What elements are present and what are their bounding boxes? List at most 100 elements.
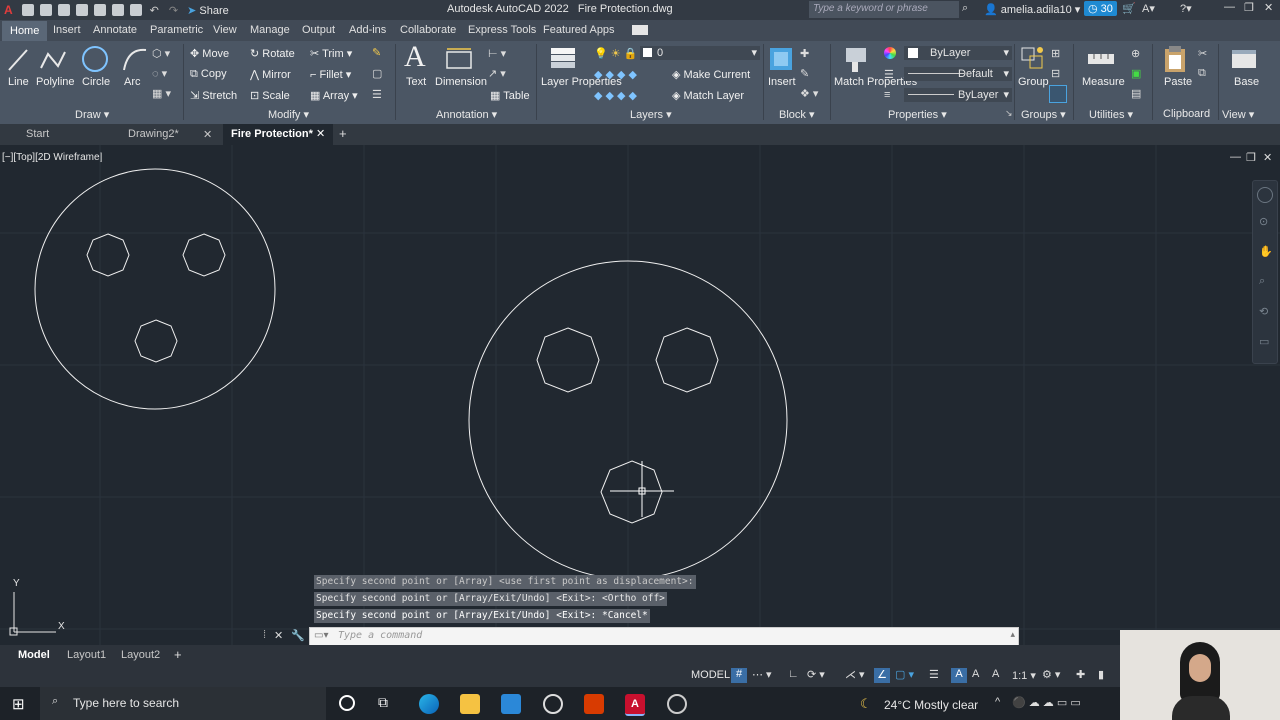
copy-clip-icon[interactable]: ⧉ (1198, 67, 1206, 80)
tab-view[interactable]: View (213, 24, 237, 36)
cut-icon[interactable]: ✂ (1198, 47, 1207, 60)
groups-panel-title[interactable]: Groups ▾ (1021, 108, 1066, 121)
autocad-logo[interactable]: A (4, 3, 13, 17)
save-web-icon[interactable] (111, 4, 124, 16)
utilities-panel-title[interactable]: Utilities ▾ (1089, 108, 1133, 121)
lineweight-dropdown[interactable]: ByLayer ▾ (904, 88, 1012, 102)
edge-icon[interactable] (419, 694, 439, 714)
undo-icon[interactable]: ↶ (150, 4, 159, 17)
left-face-eye-right[interactable] (182, 233, 226, 277)
tab-output[interactable]: Output (302, 24, 335, 36)
auto-scale-icon[interactable]: A (972, 668, 979, 680)
taskbar-search-box[interactable]: ⌕ Type here to search (40, 687, 326, 720)
help-icon[interactable]: ?▾ (1180, 2, 1192, 15)
orbit-icon[interactable]: ⟲ (1259, 305, 1268, 318)
dimension-button[interactable]: Dimension (435, 76, 487, 88)
properties-panel-title[interactable]: Properties ▾ (888, 108, 947, 121)
hatch-icon[interactable]: ◌ ▾ (152, 67, 167, 80)
close-command-line-icon[interactable]: ✕ (274, 629, 283, 642)
color-dropdown[interactable]: ByLayer ▾ (904, 46, 1012, 60)
close-tab-icon[interactable]: ✕ (316, 128, 325, 140)
table-button[interactable]: ▦ Table (490, 89, 530, 102)
circle-button[interactable]: Circle (82, 76, 110, 88)
object-snap-icon[interactable]: ▢ ▾ (895, 668, 914, 681)
left-face-mouth[interactable] (134, 319, 178, 363)
dell-icon[interactable] (543, 694, 563, 714)
tab-layout1[interactable]: Layout1 (67, 649, 106, 661)
tab-start[interactable]: Start (26, 128, 49, 140)
paste-button[interactable]: Paste (1164, 76, 1192, 88)
rectangle-icon[interactable]: ⬡ ▾ (152, 47, 170, 60)
scale-button[interactable]: ⊡ Scale (250, 89, 290, 102)
tab-layout2[interactable]: Layout2 (121, 649, 160, 661)
annotation-monitor-icon[interactable]: ✚ (1076, 668, 1085, 681)
right-face-mouth[interactable] (600, 460, 663, 524)
command-input[interactable]: ▭▾ Type a command ▴ (309, 627, 1019, 647)
navigation-bar[interactable]: ⊙ ✋ ⌕ ⟲ ▭ (1252, 180, 1278, 364)
mirror-button[interactable]: ⋀ Mirror (250, 68, 291, 81)
lineweight-icon[interactable]: ☰ (884, 68, 894, 81)
close-drawing2-icon[interactable]: ✕ (203, 128, 212, 141)
tab-parametric[interactable]: Parametric (150, 24, 203, 36)
edit-attributes-icon[interactable]: ❖ ▾ (800, 87, 818, 100)
tray-overflow-icon[interactable]: ^ (995, 696, 1000, 708)
viewcube-icon[interactable] (1257, 187, 1273, 203)
erase-icon[interactable]: ✎ (372, 46, 381, 59)
left-face-circle[interactable] (34, 168, 276, 410)
explode-icon[interactable]: ▢ (372, 67, 382, 80)
full-navigation-wheel-icon[interactable]: ⊙ (1259, 215, 1268, 228)
copy-button[interactable]: ⧉ Copy (190, 68, 227, 81)
line-button[interactable]: Line (8, 76, 29, 88)
tab-insert[interactable]: Insert (53, 24, 81, 36)
properties-launcher-icon[interactable]: ↘ (1005, 108, 1013, 119)
group-edit-icon[interactable]: ⊟ (1051, 67, 1060, 80)
tab-fire-protection[interactable]: Fire Protection* ✕ (223, 124, 334, 145)
layers-panel-title[interactable]: Layers ▾ (630, 108, 672, 121)
tab-annotate[interactable]: Annotate (93, 24, 137, 36)
create-block-icon[interactable]: ✚ (800, 47, 809, 60)
view-panel-title[interactable]: View ▾ (1222, 108, 1254, 121)
mail-icon[interactable] (501, 694, 521, 714)
layer-dropdown[interactable]: 0 ▾ (640, 46, 760, 60)
boundary-icon[interactable]: ▦ ▾ (152, 87, 171, 100)
tab-collaborate[interactable]: Collaborate (400, 24, 456, 36)
save-as-icon[interactable] (75, 4, 88, 16)
model-space-button[interactable]: MODEL (691, 669, 730, 681)
measure-button[interactable]: Measure (1082, 76, 1125, 88)
array-button[interactable]: ▦ Array ▾ (310, 89, 358, 102)
fillet-button[interactable]: ⌐ Fillet ▾ (310, 68, 351, 81)
timer-badge[interactable]: ◷ 30 (1084, 1, 1117, 16)
user-account[interactable]: 👤 amelia.adila10 ▾ (984, 3, 1080, 16)
ungroup-icon[interactable]: ⊞ (1051, 47, 1060, 60)
polar-tracking-icon[interactable]: ⟳ ▾ (807, 668, 825, 681)
tab-express-tools[interactable]: Express Tools (468, 24, 536, 36)
group-selection-toggle[interactable] (1049, 85, 1067, 103)
rotate-button[interactable]: ↻ Rotate (250, 47, 295, 60)
match-layer-button[interactable]: ◈ Match Layer (672, 89, 744, 102)
close-window-button[interactable]: ✕ (1264, 1, 1273, 14)
leader-icon[interactable]: ↗ ▾ (488, 67, 506, 80)
autodesk-a360-icon[interactable]: A▾ (1142, 2, 1155, 15)
plot-icon[interactable] (129, 4, 142, 16)
command-grip-icon[interactable]: ⁞ (263, 629, 266, 641)
layer-tools-row1[interactable]: ◆ ◆ ◆ ◆ (594, 68, 637, 81)
move-button[interactable]: ✥ Move (190, 47, 229, 60)
windows-start-icon[interactable]: ⊞ (12, 695, 25, 713)
base-button[interactable]: Base (1234, 76, 1259, 88)
tab-home[interactable]: Home (2, 21, 48, 41)
text-button[interactable]: Text (406, 76, 426, 88)
showmotion-icon[interactable]: ▭ (1259, 335, 1269, 348)
lineweight-toggle-icon[interactable]: ☰ (929, 668, 939, 681)
calculator-icon[interactable]: ▤ (1131, 87, 1141, 100)
quick-select-icon[interactable]: ▣ (1131, 67, 1141, 80)
id-point-icon[interactable]: ⊕ (1131, 47, 1140, 60)
restore-button[interactable]: ❐ (1244, 1, 1254, 14)
linetype-icon[interactable]: ≡ (884, 89, 890, 101)
new-tab-button[interactable]: + (339, 126, 347, 141)
stretch-button[interactable]: ⇲ Stretch (190, 89, 237, 102)
weather-icon[interactable]: ☾ (860, 696, 872, 712)
share-button[interactable]: ➤ Share (187, 4, 229, 17)
minimize-button[interactable]: — (1224, 1, 1235, 13)
insert-button[interactable]: Insert (768, 76, 796, 88)
linetype-dropdown[interactable]: Default ▾ (904, 67, 1012, 81)
